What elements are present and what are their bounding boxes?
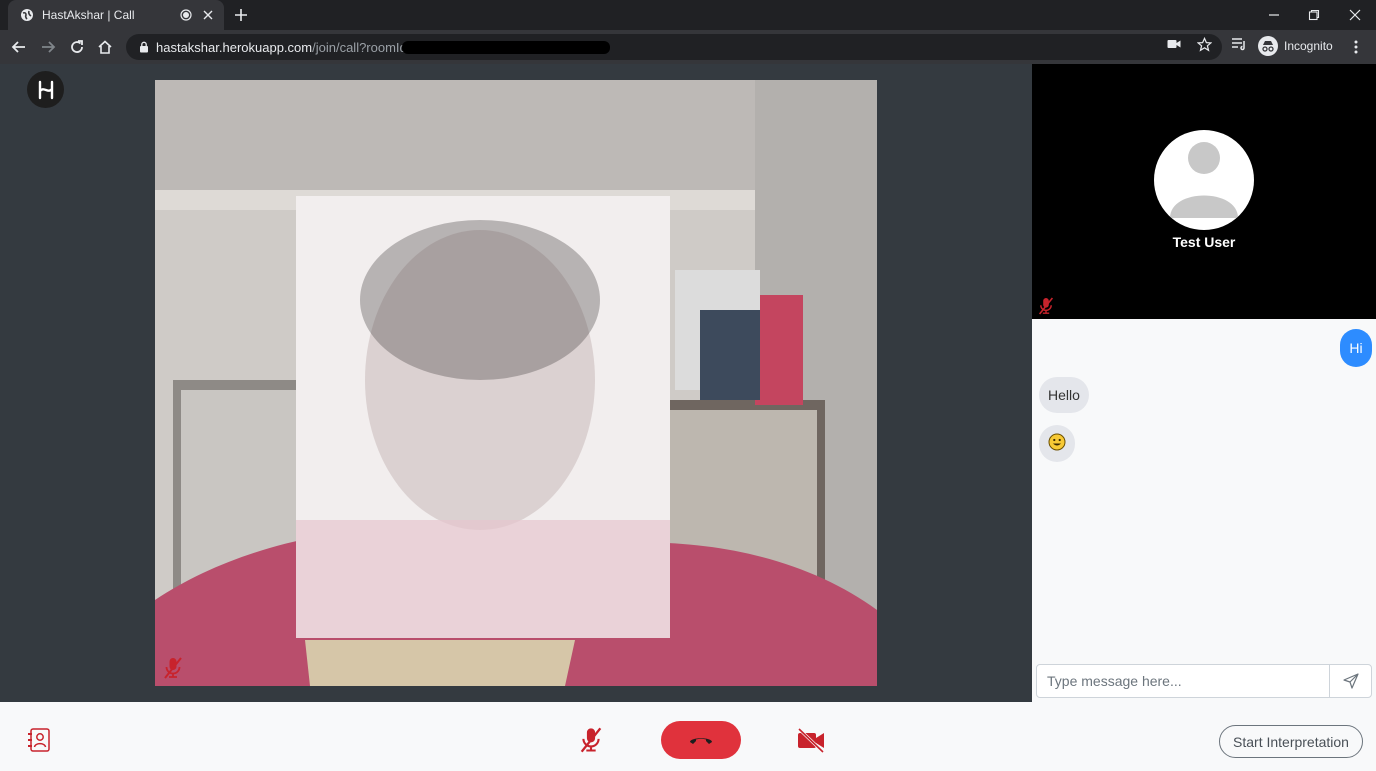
address-bar[interactable]: hastakshar.herokuapp.com/join/call?roomI…: [126, 34, 1222, 60]
peer-tile: Test User: [1032, 64, 1376, 319]
incognito-icon: [1258, 36, 1278, 56]
new-tab-icon[interactable]: [232, 6, 250, 24]
call-app: Test User Hi Hello Start Interpretation: [0, 64, 1376, 771]
mute-mic-button[interactable]: [578, 726, 604, 754]
chat-message-incoming: Hello: [1039, 377, 1089, 413]
tab-title: HastAkshar | Call: [42, 8, 135, 22]
url-host: hastakshar.herokuapp.com: [156, 39, 313, 55]
home-icon[interactable]: [95, 37, 115, 57]
url-path: /join/call?roomId=: [312, 39, 415, 55]
call-controls: Start Interpretation: [0, 702, 1376, 771]
restore-icon[interactable]: [1294, 0, 1334, 30]
phone-hangup-icon: [690, 738, 712, 744]
message-composer: [1036, 664, 1372, 698]
app-logo[interactable]: [27, 71, 64, 108]
peer-name: Test User: [1172, 234, 1236, 250]
minimize-icon[interactable]: [1254, 0, 1294, 30]
camera-icon[interactable]: [1166, 36, 1182, 52]
contacts-icon[interactable]: [26, 727, 52, 753]
send-button[interactable]: [1329, 665, 1371, 697]
message-input[interactable]: [1037, 665, 1329, 697]
hastakshar-logo-icon: [38, 80, 53, 99]
mic-off-icon: [164, 657, 182, 679]
camera-feed-image: [155, 80, 877, 686]
smiling-face-emoji: [1048, 433, 1066, 451]
side-panel: Test User Hi Hello: [1032, 64, 1376, 702]
mic-off-icon: [1038, 297, 1054, 315]
incognito-indicator[interactable]: Incognito: [1258, 36, 1333, 56]
end-call-button[interactable]: [661, 721, 741, 759]
avatar: [1154, 130, 1254, 230]
incognito-label: Incognito: [1284, 39, 1333, 53]
user-avatar-icon: [1155, 131, 1253, 229]
close-tab-icon[interactable]: [200, 7, 216, 23]
more-vert-icon[interactable]: [1348, 37, 1364, 57]
local-video: [155, 80, 877, 686]
media-queue-icon[interactable]: [1231, 36, 1247, 52]
close-window-icon[interactable]: [1335, 0, 1375, 30]
star-icon[interactable]: [1196, 36, 1212, 52]
chat-message-outgoing: Hi: [1340, 329, 1372, 367]
redacted-room-id: [402, 41, 610, 54]
main-stage: [0, 64, 1032, 702]
arrow-right-icon[interactable]: [38, 37, 58, 57]
reload-icon[interactable]: [67, 37, 87, 57]
start-interpretation-button[interactable]: Start Interpretation: [1219, 725, 1363, 758]
browser-toolbar: hastakshar.herokuapp.com/join/call?roomI…: [0, 30, 1376, 64]
video-off-button[interactable]: [796, 727, 826, 753]
chat-message-incoming-emoji: [1039, 425, 1075, 462]
lock-icon: [138, 41, 150, 53]
browser-tab[interactable]: HastAkshar | Call: [8, 0, 224, 30]
globe-icon: [20, 8, 34, 22]
arrow-left-icon[interactable]: [9, 37, 29, 57]
browser-titlebar: HastAkshar | Call: [0, 0, 1376, 30]
recording-dot-icon: [180, 9, 192, 21]
send-icon: [1342, 673, 1359, 689]
chat-messages: Hi Hello: [1032, 319, 1376, 659]
